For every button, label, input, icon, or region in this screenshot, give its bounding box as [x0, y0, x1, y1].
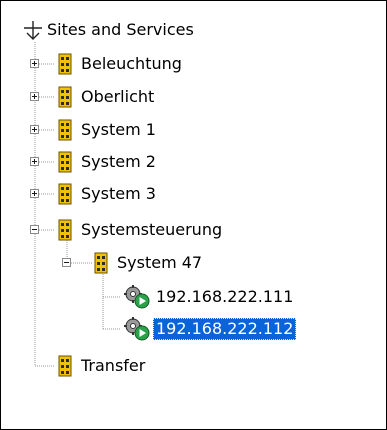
expand-system-2-button[interactable]	[30, 157, 39, 166]
tree-item-system-47[interactable]: System 47	[94, 250, 205, 276]
tree-item-server-112[interactable]: 192.168.222.112	[121, 316, 297, 342]
tree-item-label-selected: 192.168.222.112	[153, 318, 297, 340]
collapse-systemsteuerung-button[interactable]	[30, 225, 39, 234]
tree-item-label: System 2	[81, 152, 156, 171]
tree-item-label: Transfer	[81, 356, 146, 375]
server-gear-icon	[124, 317, 150, 341]
building-icon	[94, 252, 108, 274]
sites-services-icon	[24, 21, 42, 40]
tree-item-label: Oberlicht	[81, 87, 155, 106]
tree-item-transfer[interactable]: Transfer	[58, 353, 148, 379]
tree-item-label: System 1	[81, 120, 156, 139]
tree-item-system-1[interactable]: System 1	[58, 117, 159, 143]
tree-item-label: System 3	[81, 184, 156, 203]
tree-item-system-2[interactable]: System 2	[58, 149, 159, 175]
building-icon	[58, 183, 72, 205]
tree-root[interactable]: Sites and Services	[22, 17, 197, 43]
tree-item-label: System 47	[117, 253, 203, 272]
sites-services-tree: Sites and Services Beleuchtung Oberlicht	[0, 0, 387, 430]
expand-beleuchtung-button[interactable]	[30, 59, 39, 68]
building-icon	[58, 219, 72, 241]
collapse-system-47-button[interactable]	[62, 258, 71, 267]
building-icon	[58, 119, 72, 141]
server-gear-icon	[124, 285, 150, 309]
tree-item-label: Beleuchtung	[81, 54, 182, 73]
expand-oberlicht-button[interactable]	[30, 92, 39, 101]
building-icon	[58, 151, 72, 173]
building-icon	[58, 53, 72, 75]
tree-item-beleuchtung[interactable]: Beleuchtung	[58, 51, 185, 77]
expand-system-3-button[interactable]	[30, 189, 39, 198]
tree-root-label: Sites and Services	[47, 20, 194, 39]
building-icon	[58, 86, 72, 108]
tree-item-system-3[interactable]: System 3	[58, 181, 159, 207]
tree-item-server-111[interactable]: 192.168.222.111	[121, 284, 296, 310]
tree-item-oberlicht[interactable]: Oberlicht	[58, 84, 157, 110]
tree-item-systemsteuerung[interactable]: Systemsteuerung	[58, 217, 225, 243]
building-icon	[58, 355, 72, 377]
tree-item-label: 192.168.222.111	[156, 287, 294, 306]
expand-system-1-button[interactable]	[30, 125, 39, 134]
tree-item-label: Systemsteuerung	[81, 220, 223, 239]
